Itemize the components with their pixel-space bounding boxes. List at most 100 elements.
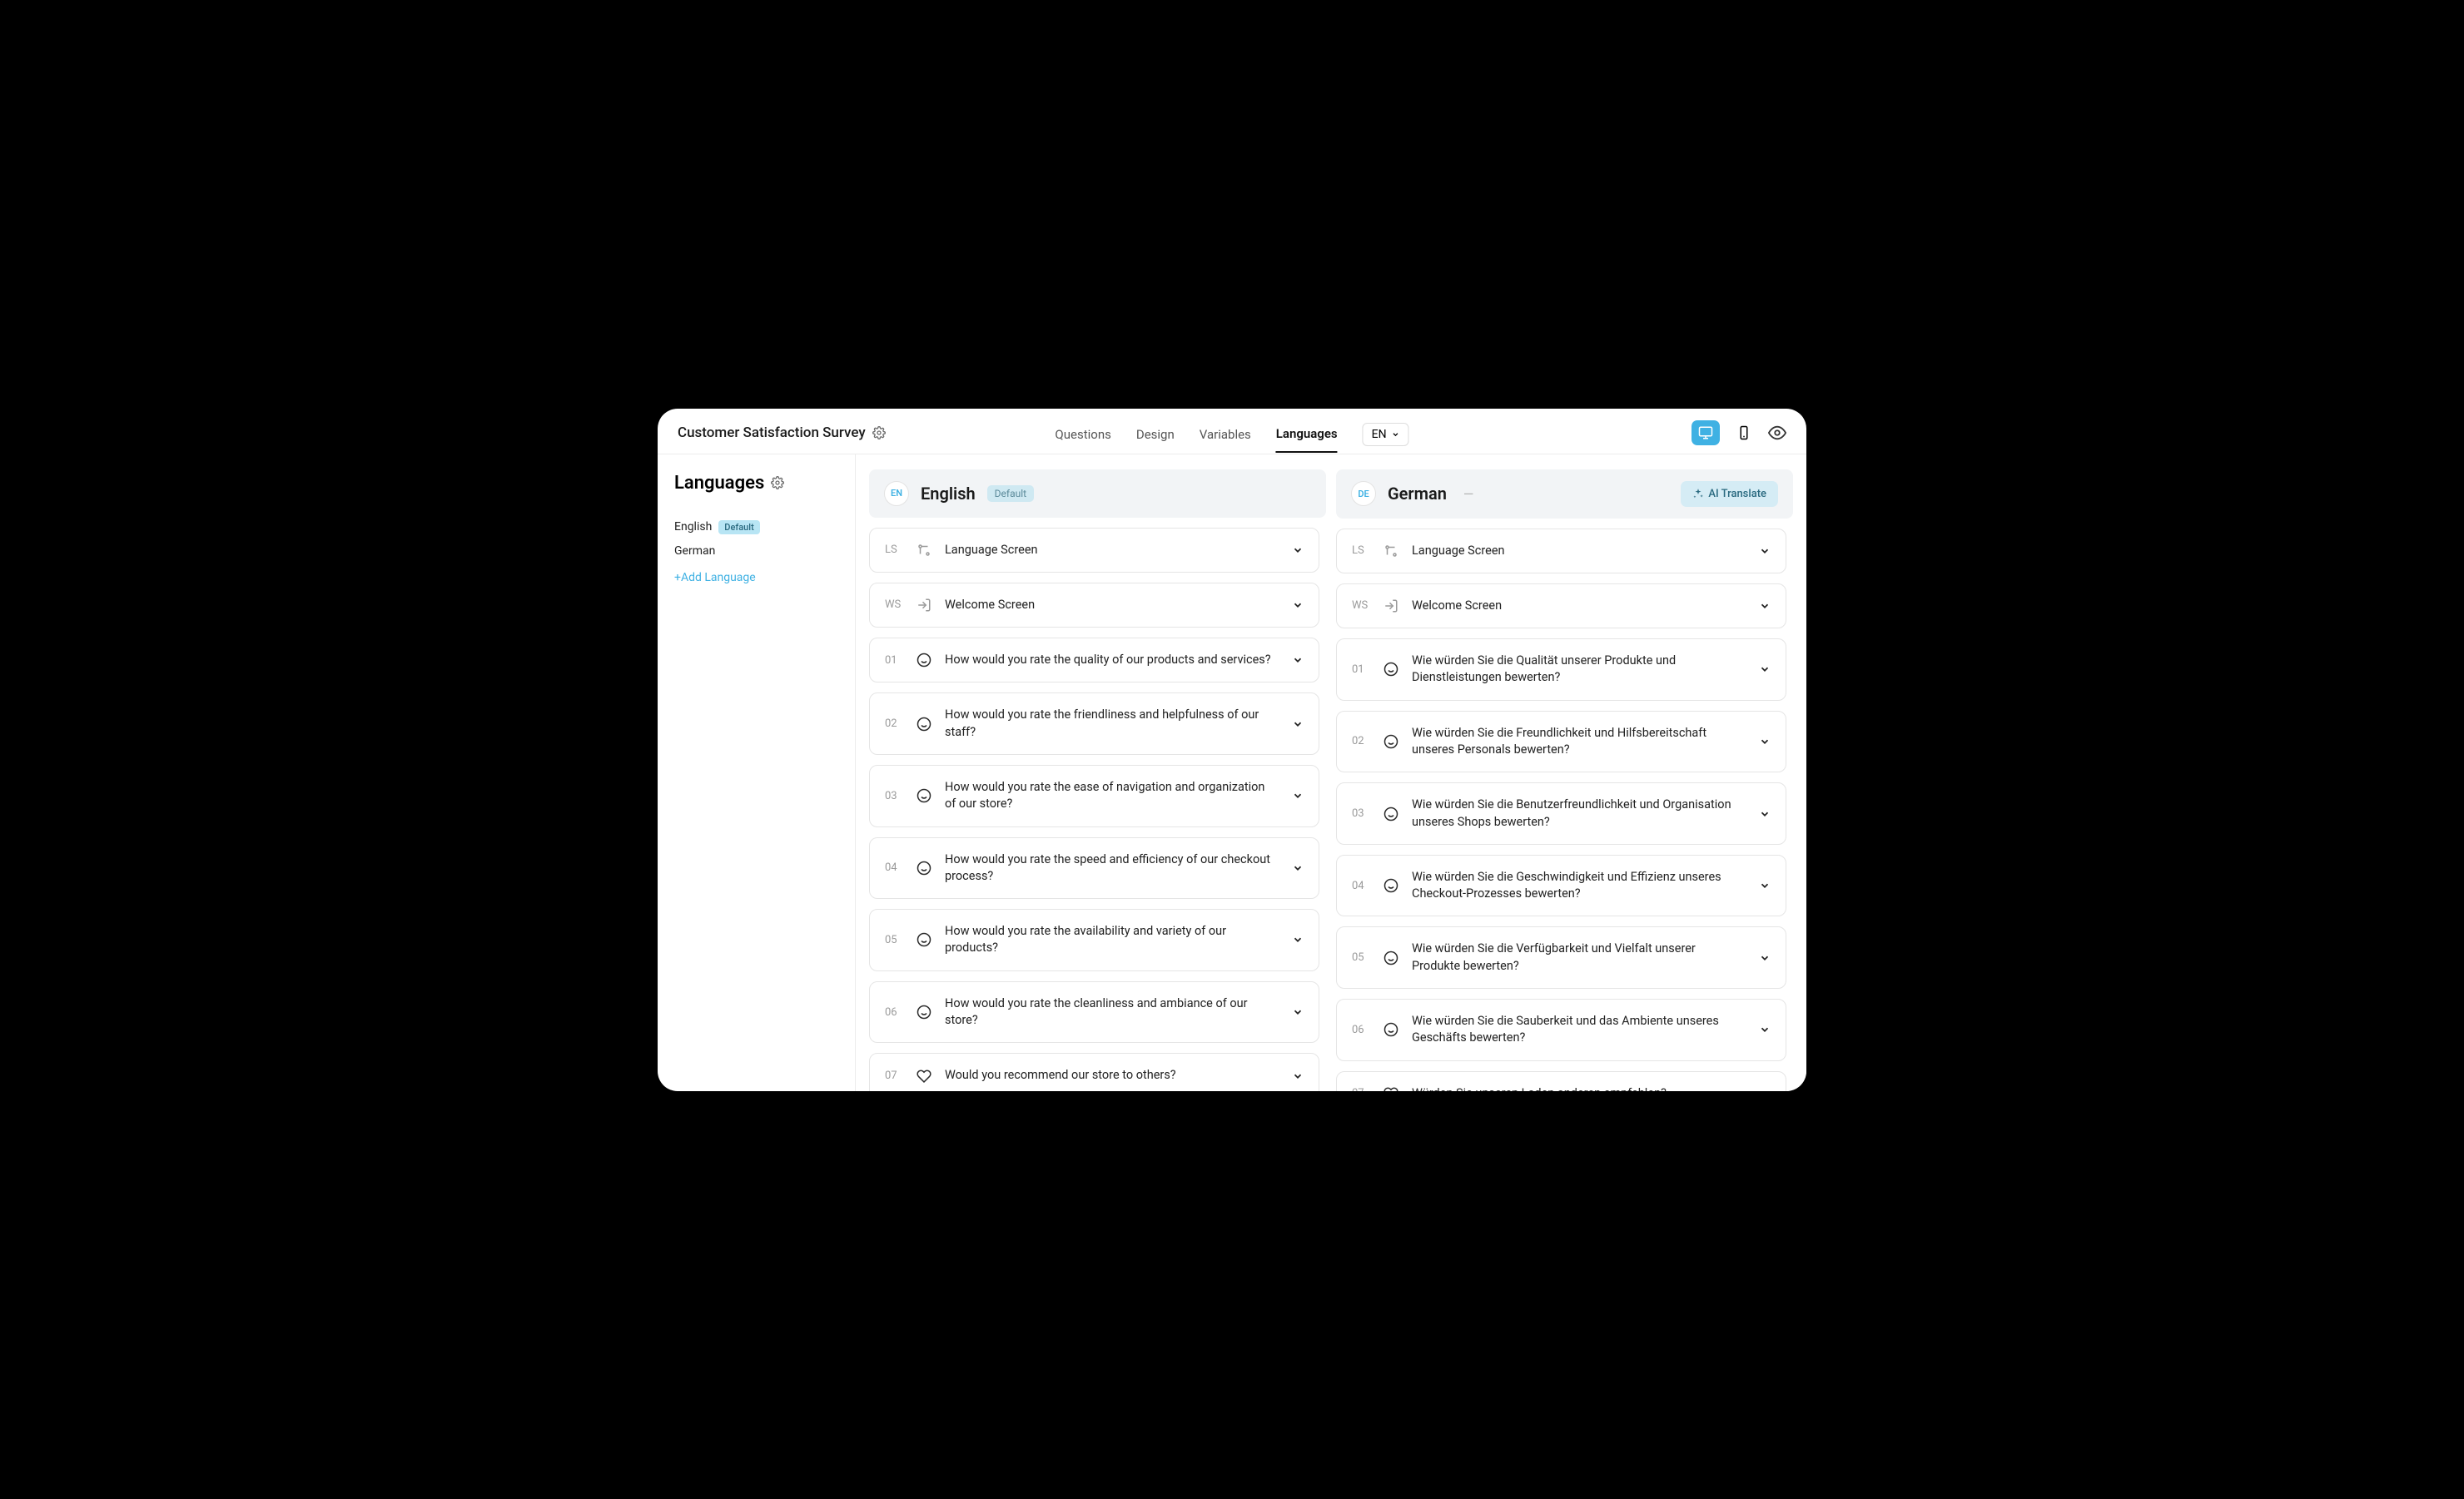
chevron-down-icon (1292, 1070, 1304, 1082)
panel-en: EN English Default LSLanguage Screen WSWelco… (869, 469, 1326, 1091)
chevron-down-icon (1759, 663, 1771, 675)
row-number: 03 (885, 790, 903, 802)
enter-icon (1384, 598, 1398, 613)
sidebar-title: Languages (674, 473, 764, 494)
question-row[interactable]: 07Würden Sie unseren Laden anderen empfe… (1336, 1071, 1786, 1091)
row-number: LS (1352, 544, 1370, 557)
smile-icon (917, 1005, 931, 1020)
sidebar-item-german[interactable]: German (674, 539, 838, 563)
row-text: Would you recommend our store to others? (945, 1067, 1279, 1084)
chevron-down-icon (1759, 1024, 1771, 1035)
nav-languages[interactable]: Languages (1276, 421, 1338, 453)
question-row[interactable]: WSWelcome Screen (869, 583, 1319, 628)
mobile-icon (1736, 425, 1751, 440)
question-row[interactable]: 06 How would you rate the cleanliness and… (869, 981, 1319, 1044)
row-text: How would you rate the ease of navigatio… (945, 779, 1279, 813)
chevron-down-icon (1759, 1088, 1771, 1091)
row-number: LS (885, 544, 903, 556)
survey-title: Customer Satisfaction Survey (678, 424, 866, 441)
question-row[interactable]: 01Wie würden Sie die Qualität unserer Pr… (1336, 638, 1786, 701)
panel-de: DEGerman—AI TranslateLSLanguage ScreenWS… (1336, 469, 1793, 1091)
nav-variables[interactable]: Variables (1200, 422, 1251, 452)
row-number: 02 (885, 717, 903, 730)
row-number: 05 (885, 934, 903, 946)
chevron-down-icon (1292, 599, 1304, 611)
chevron-down-icon (1759, 880, 1771, 891)
lang-code-chip: EN (884, 481, 909, 506)
monitor-icon (1698, 425, 1713, 440)
heart-icon (1384, 1086, 1398, 1091)
question-row[interactable]: 05 How would you rate the availability an… (869, 909, 1319, 971)
chevron-down-icon (1759, 736, 1771, 747)
panels-container: ENEnglishDefaultLSLanguage ScreenWSWelco… (856, 454, 1806, 1091)
question-row[interactable]: 01How would you rate the quality of our … (869, 638, 1319, 682)
panel-body[interactable]: LSLanguage ScreenWSWelcome Screen01Wie w… (1336, 529, 1793, 1091)
smile-icon (917, 788, 931, 803)
row-text: Language Screen (1412, 543, 1746, 559)
row-text: Wie würden Sie die Benutzerfreundlichkei… (1412, 797, 1746, 831)
question-row[interactable]: WSWelcome Screen (1336, 583, 1786, 628)
dash-separator: — (1463, 486, 1474, 502)
top-nav: QuestionsDesignVariablesLanguagesEN (1055, 421, 1408, 444)
row-number: 05 (1352, 951, 1370, 964)
row-number: 06 (885, 1006, 903, 1019)
default-badge: Default (718, 520, 759, 534)
row-number: 01 (1352, 663, 1370, 676)
language-icon (917, 543, 931, 558)
smile-icon (917, 653, 931, 668)
chevron-down-icon (1292, 544, 1304, 556)
chevron-down-icon (1759, 600, 1771, 612)
row-number: 04 (1352, 880, 1370, 892)
row-text: Welcome Screen (1412, 598, 1746, 614)
row-text: Wie würden Sie die Freundlichkeit und Hi… (1412, 725, 1746, 759)
question-row[interactable]: 05 Wie würden Sie die Verfügbarkeit und V… (1336, 926, 1786, 989)
row-text: Wie würden Sie die Geschwindigkeit und E… (1412, 869, 1746, 903)
lang-selector[interactable]: EN (1363, 423, 1409, 446)
panel-header: EN English Default (869, 469, 1326, 518)
row-text: How would you rate the quality of our pr… (945, 652, 1279, 668)
ai-translate-button[interactable]: AI Translate (1681, 481, 1778, 507)
sidebar-item-english[interactable]: EnglishDefault (674, 515, 838, 539)
desktop-view-button[interactable] (1692, 420, 1720, 445)
chevron-down-icon (1759, 808, 1771, 820)
smile-icon (917, 861, 931, 876)
chevron-down-icon (1292, 934, 1304, 946)
question-row[interactable]: 04 Wie würden Sie die Geschwindigkeit und… (1336, 855, 1786, 917)
question-row[interactable]: 07Would you recommend our store to other… (869, 1053, 1319, 1090)
add-language-button[interactable]: +Add Language (674, 563, 838, 593)
question-row[interactable]: 02How would you rate the friendliness an… (869, 692, 1319, 755)
sidebar-title-wrap: Languages (674, 473, 838, 494)
heart-icon (917, 1069, 931, 1084)
question-row[interactable]: 03 How would you rate the ease of navigat… (869, 765, 1319, 827)
smile-icon (917, 932, 931, 947)
gear-icon[interactable] (771, 476, 784, 489)
nav-questions[interactable]: Questions (1055, 422, 1110, 452)
panel-title: English (921, 484, 976, 504)
chevron-down-icon (1392, 430, 1400, 439)
lang-code-chip: DE (1351, 481, 1376, 506)
row-text: How would you rate the availability and … (945, 923, 1279, 957)
question-row[interactable]: 04How would you rate the speed and effic… (869, 837, 1319, 900)
gear-icon[interactable] (872, 426, 886, 439)
default-pill: Default (987, 485, 1034, 502)
sparkle-icon (1692, 488, 1704, 499)
question-row[interactable]: LSLanguage Screen (869, 528, 1319, 573)
chevron-down-icon (1292, 790, 1304, 802)
panel-body[interactable]: LSLanguage Screen WSWelcome Screen 01How w… (869, 528, 1326, 1091)
row-text: Wie würden Sie die Sauberkeit und das Am… (1412, 1013, 1746, 1047)
question-row[interactable]: 06Wie würden Sie die Sauberkeit und das … (1336, 999, 1786, 1061)
smile-icon (1384, 1022, 1398, 1037)
preview-icon[interactable] (1768, 424, 1786, 442)
nav-design[interactable]: Design (1136, 422, 1175, 452)
question-row[interactable]: 02 Wie würden Sie die Freundlichkeit und … (1336, 711, 1786, 773)
row-text: Wie würden Sie die Verfügbarkeit und Vie… (1412, 941, 1746, 975)
mobile-view-button[interactable] (1730, 420, 1758, 445)
row-number: 02 (1352, 735, 1370, 747)
chevron-down-icon (1292, 1006, 1304, 1018)
sidebar: Languages EnglishDefaultGerman +Add Lang… (658, 454, 856, 1091)
chevron-down-icon (1292, 654, 1304, 666)
question-row[interactable]: 03Wie würden Sie die Benutzerfreundlichk… (1336, 782, 1786, 845)
row-text: How would you rate the cleanliness and a… (945, 995, 1279, 1030)
smile-icon (1384, 662, 1398, 677)
question-row[interactable]: LS Language Screen (1336, 529, 1786, 573)
